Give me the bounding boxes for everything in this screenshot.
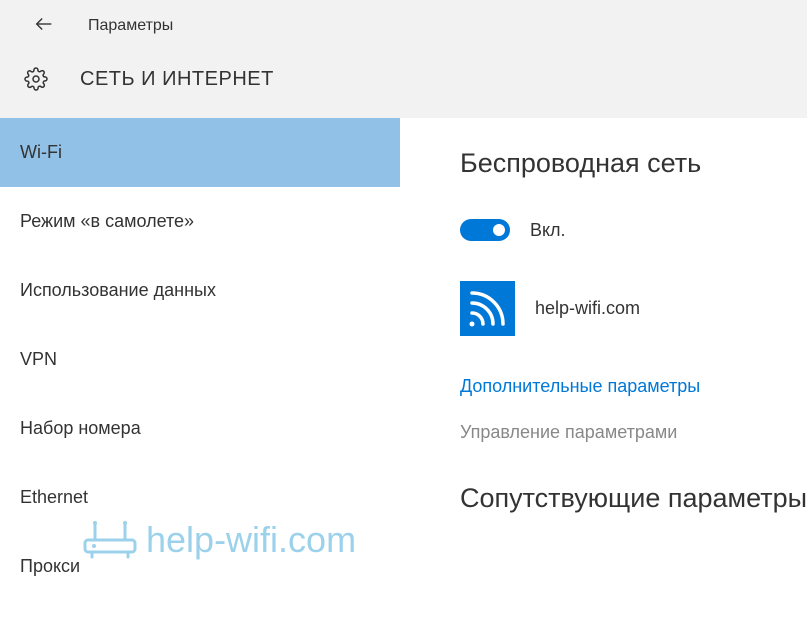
related-heading: Сопутствующие параметры — [460, 483, 807, 514]
sidebar-item-wifi[interactable]: Wi-Fi — [0, 118, 400, 187]
arrow-left-icon — [33, 13, 55, 40]
network-row[interactable]: help-wifi.com — [460, 281, 807, 336]
sidebar-item-label: Набор номера — [20, 418, 141, 438]
section-title-row: СЕТЬ И ИНТЕРНЕТ — [0, 50, 807, 118]
gear-icon — [22, 65, 50, 93]
header: Параметры СЕТЬ И ИНТЕРНЕТ — [0, 0, 807, 118]
sidebar-item-label: VPN — [20, 349, 57, 369]
back-button[interactable] — [30, 12, 58, 40]
content-panel: Беспроводная сеть Вкл. help-wifi.com Доп… — [400, 118, 807, 620]
app-title: Параметры — [88, 17, 173, 35]
sidebar-item-label: Использование данных — [20, 280, 216, 300]
toggle-knob — [493, 224, 505, 236]
manage-settings-text: Управление параметрами — [460, 422, 807, 443]
sidebar-item-ethernet[interactable]: Ethernet — [0, 463, 400, 532]
section-title: СЕТЬ И ИНТЕРНЕТ — [80, 68, 274, 91]
wifi-toggle[interactable] — [460, 219, 510, 241]
main-area: Wi-Fi Режим «в самолете» Использование д… — [0, 118, 807, 620]
wifi-icon — [460, 281, 515, 336]
sidebar-item-label: Ethernet — [20, 487, 88, 507]
wifi-toggle-row: Вкл. — [460, 219, 807, 241]
network-name: help-wifi.com — [535, 298, 640, 319]
sidebar: Wi-Fi Режим «в самолете» Использование д… — [0, 118, 400, 620]
sidebar-item-vpn[interactable]: VPN — [0, 325, 400, 394]
sidebar-item-label: Wi-Fi — [20, 142, 62, 162]
sidebar-item-label: Прокси — [20, 556, 80, 576]
content-heading: Беспроводная сеть — [460, 148, 807, 179]
sidebar-item-label: Режим «в самолете» — [20, 211, 194, 231]
sidebar-item-data-usage[interactable]: Использование данных — [0, 256, 400, 325]
sidebar-item-airplane[interactable]: Режим «в самолете» — [0, 187, 400, 256]
title-bar: Параметры — [0, 0, 807, 50]
advanced-settings-link[interactable]: Дополнительные параметры — [460, 376, 807, 397]
toggle-label: Вкл. — [530, 220, 566, 241]
sidebar-item-proxy[interactable]: Прокси — [0, 532, 400, 601]
sidebar-item-dialup[interactable]: Набор номера — [0, 394, 400, 463]
